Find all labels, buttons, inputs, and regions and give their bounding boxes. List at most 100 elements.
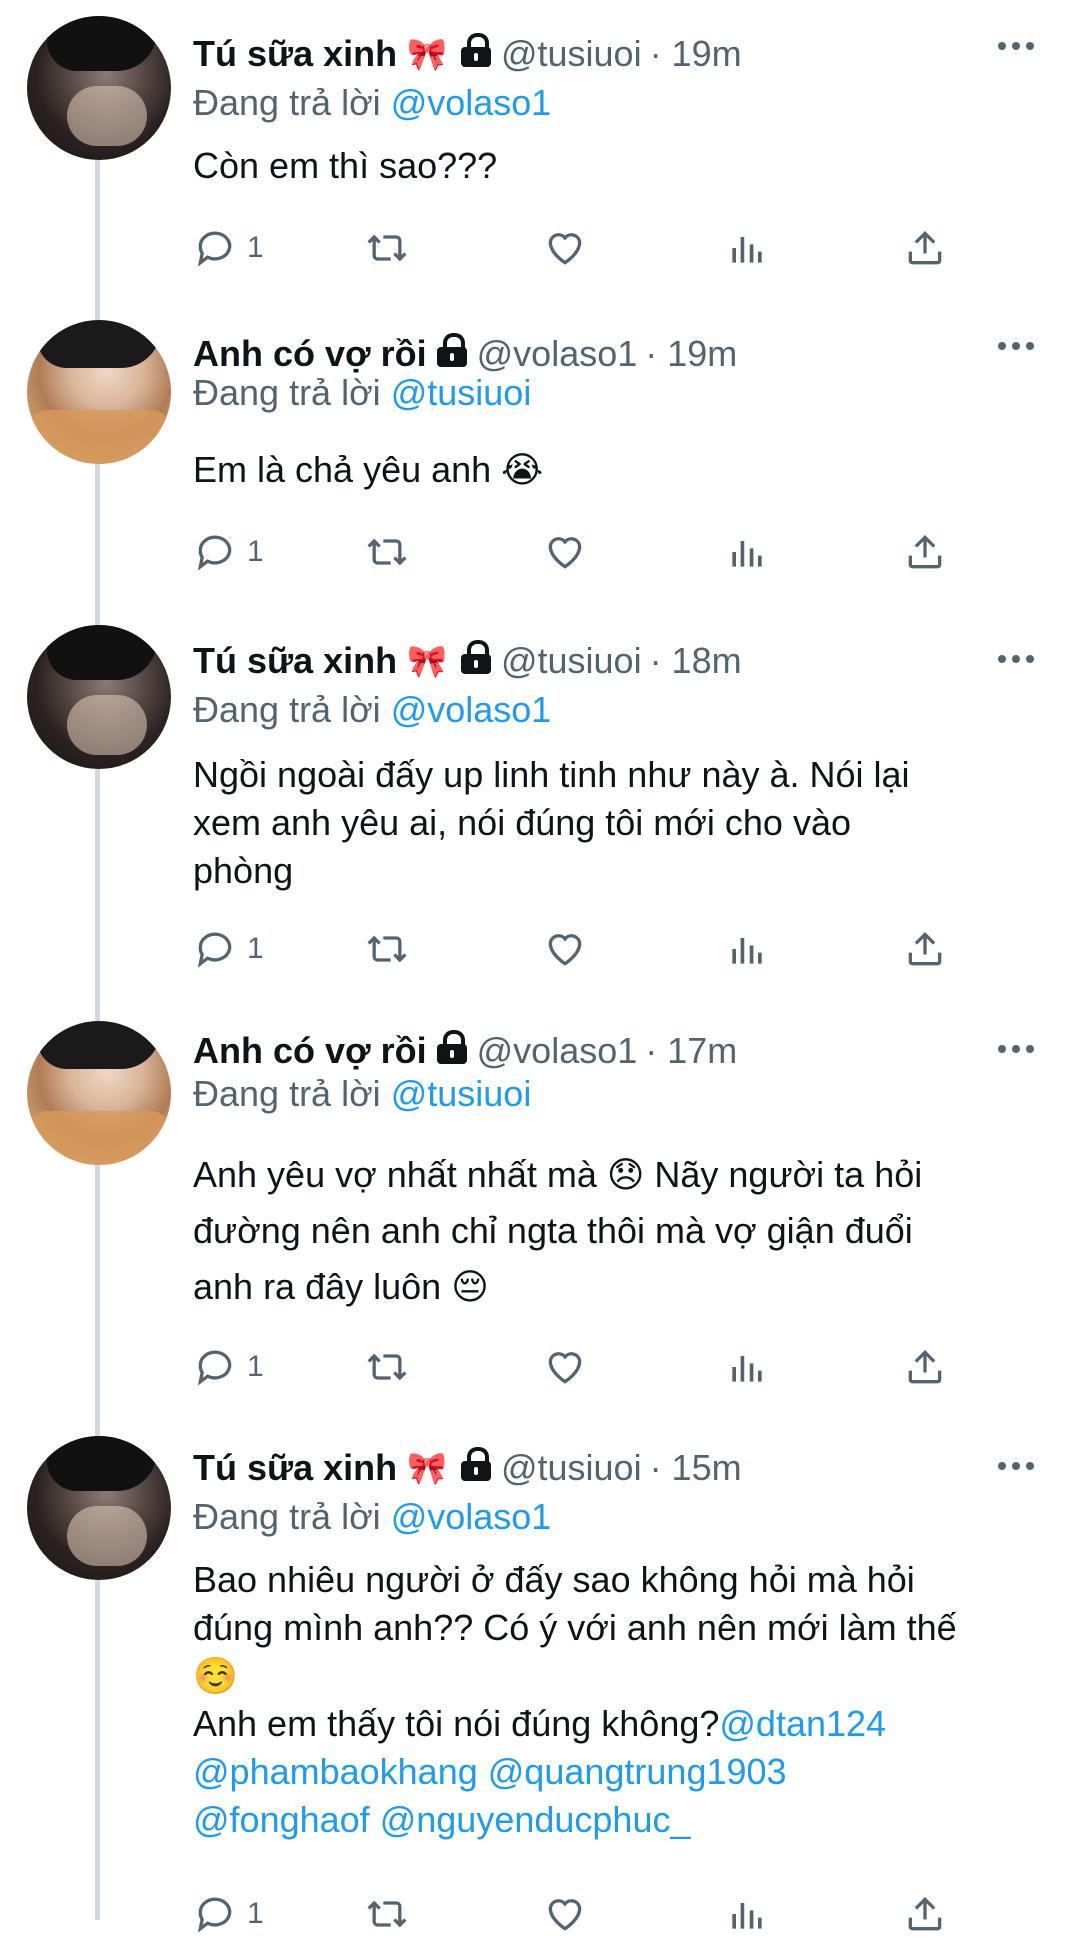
timestamp[interactable]: · 18m [650, 640, 742, 682]
user-handle[interactable]: @volaso1 [477, 1030, 638, 1072]
retweet-button[interactable] [365, 1892, 409, 1936]
share-icon [908, 534, 942, 569]
reply-prefix: Đang trả lời [193, 82, 381, 123]
mention-link[interactable]: @dtan124 [719, 1703, 886, 1744]
retweet-icon [367, 1900, 407, 1928]
avatar[interactable] [27, 16, 171, 160]
reply-context: Đang trả lời @volaso1 [193, 82, 551, 124]
views-button[interactable] [725, 927, 769, 971]
views-icon [732, 541, 762, 567]
reply-to-mention[interactable]: @volaso1 [391, 689, 552, 730]
reply-prefix: Đang trả lời [193, 689, 381, 730]
tweet[interactable]: Tú sữa xinh 🎀 @tusiuoi · 18m Đang trả lờ… [0, 605, 1076, 1005]
user-handle[interactable]: @tusiuoi [501, 33, 642, 75]
like-button[interactable] [543, 1345, 587, 1389]
share-button[interactable] [903, 530, 947, 574]
more-icon[interactable] [998, 42, 1034, 50]
reply-prefix: Đang trả lời [193, 1073, 381, 1114]
tweet-text: Anh yêu vợ nhất nhất mà 😞 Nãy người ta h… [193, 1147, 1043, 1315]
reply-prefix: Đang trả lời [193, 1496, 381, 1537]
reply-to-mention[interactable]: @volaso1 [391, 1496, 552, 1537]
timestamp[interactable]: · 15m [650, 1447, 742, 1489]
reply-button[interactable]: 1 [193, 927, 264, 971]
views-button[interactable] [725, 1892, 769, 1936]
tweet-text-line: đúng mình anh?? Có ý với anh nên mới làm… [193, 1607, 957, 1648]
action-bar: 1 [193, 1892, 973, 1942]
views-button[interactable] [725, 1345, 769, 1389]
tweet-text-line: ☺️ [193, 1655, 238, 1696]
reply-button[interactable]: 1 [193, 1345, 264, 1389]
tweet-text-line: Anh em thấy tôi nói đúng không?@dtan124 [193, 1700, 1043, 1748]
tweet-text: Em là chả yêu anh 😭 [193, 446, 1043, 494]
reply-count: 1 [247, 932, 264, 965]
timestamp[interactable]: · 19m [650, 33, 742, 75]
reply-to-mention[interactable]: @tusiuoi [391, 372, 532, 413]
reply-button[interactable]: 1 [193, 226, 264, 270]
more-icon[interactable] [998, 1045, 1034, 1053]
share-icon [908, 230, 942, 265]
like-button[interactable] [543, 927, 587, 971]
display-name[interactable]: Tú sữa xinh [193, 1447, 397, 1489]
heart-icon [548, 233, 582, 265]
display-name[interactable]: Tú sữa xinh [193, 640, 397, 682]
views-icon [732, 237, 762, 263]
like-button[interactable] [543, 226, 587, 270]
tweet-text: Còn em thì sao??? [193, 142, 1043, 190]
reply-button[interactable]: 1 [193, 530, 264, 574]
display-name[interactable]: Anh có vợ rồi [193, 1030, 427, 1072]
display-name[interactable]: Anh có vợ rồi [193, 333, 427, 375]
tweet[interactable]: Tú sữa xinh 🎀 @tusiuoi · 19m Đang trả lờ… [0, 0, 1076, 300]
heart-icon [548, 1899, 582, 1931]
like-button[interactable] [543, 1892, 587, 1936]
reply-to-mention[interactable]: @tusiuoi [391, 1073, 532, 1114]
tweet-text-line: Còn em thì sao??? [193, 145, 498, 186]
more-icon[interactable] [998, 1462, 1034, 1470]
share-button[interactable] [903, 1345, 947, 1389]
action-bar: 1 [193, 1345, 973, 1395]
mention-link[interactable]: @nguyenducphuc_ [380, 1799, 691, 1840]
tweet-text-line: @phambaokhang @quangtrung1903 [193, 1748, 1043, 1796]
mention-link[interactable]: @phambaokhang [193, 1751, 478, 1792]
tweet-text-line: đường nên anh chỉ ngta thôi mà vợ giận đ… [193, 1210, 913, 1251]
avatar[interactable] [27, 1021, 171, 1165]
timestamp[interactable]: · 17m [645, 1030, 737, 1072]
tweet[interactable]: Tú sữa xinh 🎀 @tusiuoi · 15m Đang trả lờ… [0, 1420, 1076, 1933]
share-button[interactable] [903, 226, 947, 270]
share-button[interactable] [903, 1892, 947, 1936]
views-button[interactable] [725, 226, 769, 270]
retweet-button[interactable] [365, 530, 409, 574]
retweet-button[interactable] [365, 226, 409, 270]
display-name[interactable]: Tú sữa xinh [193, 33, 397, 75]
lock-icon [460, 640, 491, 674]
timestamp[interactable]: · 19m [645, 333, 737, 375]
user-handle[interactable]: @tusiuoi [501, 1447, 642, 1489]
user-handle[interactable]: @tusiuoi [501, 640, 642, 682]
user-handle[interactable]: @volaso1 [477, 333, 638, 375]
mention-link[interactable]: @quangtrung1903 [488, 1751, 787, 1792]
retweet-icon [367, 538, 407, 566]
like-button[interactable] [543, 530, 587, 574]
avatar[interactable] [27, 625, 171, 769]
views-icon [732, 938, 762, 964]
retweet-button[interactable] [365, 1345, 409, 1389]
mention-link[interactable]: @fonghaof [193, 1799, 370, 1840]
avatar[interactable] [27, 320, 171, 464]
tweet-header: Anh có vợ rồi @volaso1 · 17m [193, 1023, 737, 1079]
avatar[interactable] [27, 1436, 171, 1580]
reply-button[interactable]: 1 [193, 1892, 264, 1936]
tweet-text: Ngồi ngoài đấy up linh tinh như này à. N… [193, 751, 1043, 895]
retweet-button[interactable] [365, 927, 409, 971]
share-icon [908, 1896, 942, 1931]
tweet-header: Tú sữa xinh 🎀 @tusiuoi · 15m [193, 1440, 742, 1496]
tweet-text-line: xem anh yêu ai, nói đúng tôi mới cho vào [193, 802, 851, 843]
more-icon[interactable] [998, 342, 1034, 350]
reply-count: 1 [247, 1897, 264, 1930]
reply-to-mention[interactable]: @volaso1 [391, 82, 552, 123]
views-button[interactable] [725, 530, 769, 574]
tweet-text-line: @fonghaof @nguyenducphuc_ [193, 1796, 1043, 1844]
tweet-text-line: phòng [193, 850, 294, 891]
tweet[interactable]: Anh có vợ rồi @volaso1 · 19m Đang trả lờ… [0, 300, 1076, 605]
tweet[interactable]: Anh có vợ rồi @volaso1 · 17m Đang trả lờ… [0, 1005, 1076, 1420]
more-icon[interactable] [998, 655, 1034, 663]
share-button[interactable] [903, 927, 947, 971]
